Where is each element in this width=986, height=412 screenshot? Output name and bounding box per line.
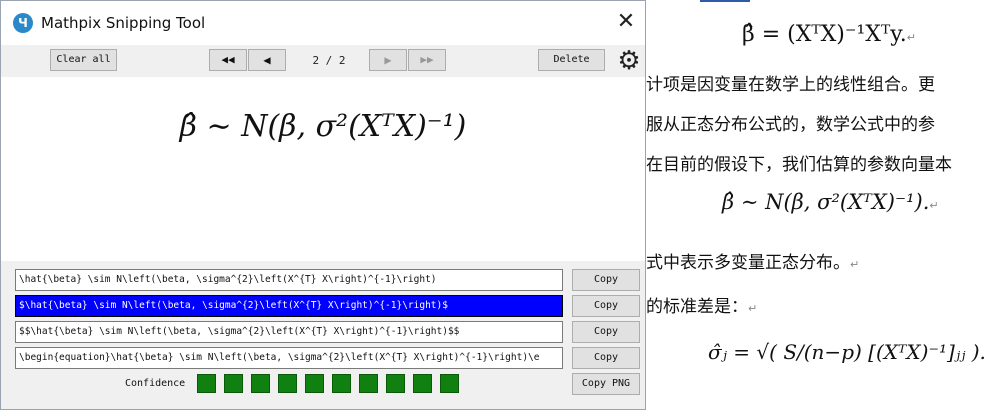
line-text: 的标准差是： [646,297,748,317]
paragraph-mark: ↵ [929,199,939,212]
document-line-3: 在目前的假设下，我们估算的参数向量本 [646,155,952,175]
document-line-2: 服从正态分布公式的，数学公式中的参 [646,115,935,135]
results-panel: \hat{\beta} \sim N\left(\beta, \sigma^{2… [1,261,645,409]
double-left-arrow-icon: ◀◀ [221,53,235,66]
copy-png-button[interactable]: Copy PNG [572,373,640,395]
copy-button[interactable]: Copy [572,269,640,291]
mathpix-logo-icon: Ч [13,13,33,33]
prev-page-button[interactable]: ◀ [248,49,286,71]
document-line-5: 的标准差是：↵ [646,292,757,317]
document-equation-std-error: σ̂ⱼ = √( S/(n−p) [(XᵀX)⁻¹]ⱼⱼ ). [708,340,986,364]
rendered-preview: β̂ ∼ N(β, σ²(XᵀX)⁻¹) [1,77,645,261]
copy-button[interactable]: Copy [572,295,640,317]
paragraph-mark: ↵ [850,258,860,271]
next-page-button[interactable]: ▶ [369,49,407,71]
latex-field-equation[interactable]: \begin{equation}\hat{\beta} \sim N\left(… [15,347,563,369]
confidence-square [413,374,432,393]
left-arrow-icon: ◀ [263,53,271,67]
page-indicator: 2 / 2 [312,54,346,67]
latex-field-display[interactable]: $$\hat{\beta} \sim N\left(\beta, \sigma^… [15,321,563,343]
paragraph-mark: ↵ [748,302,758,315]
window-title: Mathpix Snipping Tool [41,14,206,32]
mathpix-window: Ч Mathpix Snipping Tool ✕ Clear all ◀◀ ◀… [0,0,646,410]
line-text: 式中表示多变量正态分布。 [646,253,850,273]
confidence-square [332,374,351,393]
paragraph-mark: ↵ [906,31,916,44]
last-page-button[interactable]: ▶▶ [408,49,446,71]
right-arrow-icon: ▶ [384,53,392,67]
clear-all-button[interactable]: Clear all [50,49,117,71]
rendered-equation: β̂ ∼ N(β, σ²(XᵀX)⁻¹) [179,109,467,144]
confidence-square [278,374,297,393]
delete-button[interactable]: Delete [538,49,605,71]
close-icon[interactable]: ✕ [613,9,639,35]
equation-text: β̂ ∼ N(β, σ²(XᵀX)⁻¹). [722,190,930,214]
first-page-button[interactable]: ◀◀ [209,49,247,71]
document-equation-distribution: β̂ ∼ N(β, σ²(XᵀX)⁻¹).↵ [722,190,939,214]
equation-text: β̂ = (XᵀX)⁻¹Xᵀy. [742,22,907,47]
copy-button[interactable]: Copy [572,347,640,369]
toolbar: Clear all ◀◀ ◀ 2 / 2 ▶ ▶▶ Delete ⚙ [1,45,645,77]
confidence-square [224,374,243,393]
gear-icon[interactable]: ⚙ [615,47,643,75]
confidence-square [359,374,378,393]
confidence-square [386,374,405,393]
copy-button[interactable]: Copy [572,321,640,343]
confidence-label: Confidence [125,378,186,389]
confidence-square [440,374,459,393]
double-right-arrow-icon: ▶▶ [420,53,434,66]
document-line-1: 计项是因变量在数学上的线性组合。更 [646,75,935,95]
confidence-square [251,374,270,393]
confidence-square [197,374,216,393]
title-bar[interactable]: Ч Mathpix Snipping Tool ✕ [1,1,645,45]
latex-field-inline[interactable]: $\hat{\beta} \sim N\left(\beta, \sigma^{… [15,295,563,317]
latex-field-plain[interactable]: \hat{\beta} \sim N\left(\beta, \sigma^{2… [15,269,563,291]
confidence-square [305,374,324,393]
header-rule [700,0,750,2]
document-line-4: 式中表示多变量正态分布。↵ [646,248,859,273]
document-equation-ols: β̂ = (XᵀX)⁻¹Xᵀy.↵ [742,22,916,47]
